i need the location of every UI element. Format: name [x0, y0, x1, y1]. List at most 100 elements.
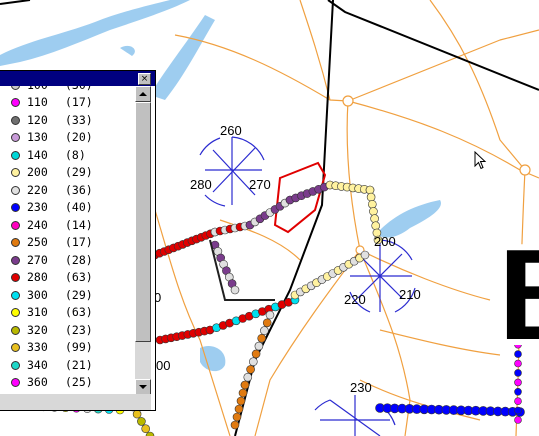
legend-swatch	[11, 168, 20, 177]
legend-vertical-scrollbar[interactable]	[135, 86, 151, 395]
legend-swatch	[11, 98, 20, 107]
track-point	[514, 416, 522, 424]
track-point	[360, 250, 370, 260]
map-big-letter: E	[492, 240, 539, 355]
legend-item-300[interactable]: 300 (29)	[0, 287, 135, 304]
mouse-cursor-icon	[474, 151, 487, 170]
legend-item-partial[interactable]: 100 (30)	[0, 86, 135, 94]
wind-label-280: 280	[190, 177, 212, 192]
track-point	[514, 378, 522, 387]
legend-item-280[interactable]: 280 (63)	[0, 269, 135, 286]
track-point	[514, 397, 522, 406]
track-point	[365, 185, 375, 195]
legend-value: 270	[27, 252, 48, 267]
wind-label-270: 270	[249, 177, 271, 192]
legend-count: (21)	[65, 357, 93, 372]
legend-count: (25)	[65, 375, 93, 389]
legend-titlebar[interactable]: ×	[0, 71, 155, 86]
track-point	[141, 424, 150, 434]
legend-item-340[interactable]: 340 (21)	[0, 357, 135, 374]
legend-count: (14)	[65, 217, 93, 232]
legend-item-240[interactable]: 240 (14)	[0, 217, 135, 234]
wind-label-260: 260	[220, 123, 242, 138]
legend-swatch	[11, 220, 20, 230]
scroll-thumb[interactable]	[135, 102, 151, 342]
arrow-down-icon	[139, 385, 147, 389]
legend-swatch	[11, 185, 20, 195]
legend-item-110[interactable]: 110 (17)	[0, 94, 135, 111]
track-point	[230, 285, 240, 295]
wind-label-220: 220	[344, 292, 366, 307]
wind-label-230: 230	[350, 380, 372, 395]
legend-value: 110	[27, 95, 48, 109]
partial-label-left-2: 00	[156, 358, 171, 373]
legend-item-330[interactable]: 330 (99)	[0, 339, 135, 356]
scroll-up-button[interactable]	[135, 86, 151, 102]
wind-label-200: 200	[374, 234, 396, 249]
legend-count: (36)	[65, 182, 93, 197]
legend-count: (20)	[65, 130, 93, 144]
legend-list: 100 (30) 110 (17) 120(33)130 (20) 140 (8)200…	[0, 86, 135, 394]
track-point	[260, 326, 269, 335]
legend-count: (17)	[65, 235, 93, 249]
legend-count: (29)	[65, 165, 93, 179]
legend-value: 300	[27, 287, 48, 302]
legend-value: 220	[27, 182, 48, 197]
legend-item-120[interactable]: 120 (33)	[0, 112, 135, 129]
track-point	[236, 396, 246, 406]
legend-count: (33)	[65, 112, 93, 127]
legend-count: (40)	[65, 200, 93, 214]
legend-item-250[interactable]: 250 (17)	[0, 234, 135, 251]
legend-value: 130	[27, 130, 48, 144]
track-point	[232, 412, 242, 422]
legend-swatch	[11, 255, 20, 265]
legend-item-130[interactable]: 130 (20)	[0, 129, 135, 146]
track-point	[234, 404, 244, 414]
legend-window[interactable]: × 100 (30) 110(17)120(33)130(20)140 (8)2…	[0, 70, 156, 411]
track-point	[249, 357, 258, 367]
track-point	[251, 349, 261, 359]
track-point	[371, 221, 381, 230]
close-button[interactable]: ×	[138, 73, 151, 85]
legend-count: (8)	[65, 147, 86, 162]
legend-count: (17)	[65, 95, 93, 109]
legend-swatch	[11, 378, 20, 387]
legend-item-200[interactable]: 200 (29)	[0, 164, 135, 181]
legend-count: (63)	[65, 270, 93, 284]
track-point	[246, 365, 255, 374]
wind-rose-3	[314, 395, 396, 436]
legend-swatch	[11, 133, 20, 142]
track-point	[132, 409, 142, 419]
track-point	[366, 192, 376, 202]
legend-swatch	[11, 273, 20, 282]
wind-label-210: 210	[399, 287, 421, 302]
track-point	[367, 200, 377, 209]
legend-value: 240	[27, 217, 48, 232]
track-point	[254, 341, 264, 351]
legend-swatch	[11, 290, 20, 300]
legend-item-360[interactable]: 360 (25)	[0, 374, 135, 391]
track-point	[514, 369, 522, 377]
legend-count: (29)	[65, 287, 93, 302]
legend-item-140[interactable]: 140 (8)	[0, 147, 135, 164]
legend-value: 340	[27, 357, 48, 372]
legend-item-230[interactable]: 230 (40)	[0, 199, 135, 216]
legend-item-220[interactable]: 220 (36)	[0, 182, 135, 199]
legend-value: 100	[27, 86, 48, 94]
legend-item-270[interactable]: 270 (28)	[0, 252, 135, 269]
legend-horizontal-scrollbar[interactable]	[0, 394, 151, 410]
legend-count: (99)	[65, 340, 93, 354]
legend-value: 250	[27, 235, 48, 249]
track-point	[514, 406, 522, 415]
track-point	[238, 388, 248, 398]
legend-item-310[interactable]: 310 (63)	[0, 304, 135, 321]
legend-swatch	[11, 150, 20, 160]
wind-rose-1	[199, 136, 265, 207]
scroll-down-button[interactable]	[135, 379, 151, 395]
legend-item-320[interactable]: 320 (23)	[0, 322, 135, 339]
legend-swatch	[11, 238, 20, 247]
legend-value: 230	[27, 200, 48, 214]
legend-swatch	[11, 115, 20, 125]
road-junctions	[342, 95, 531, 255]
track-point	[262, 318, 272, 328]
